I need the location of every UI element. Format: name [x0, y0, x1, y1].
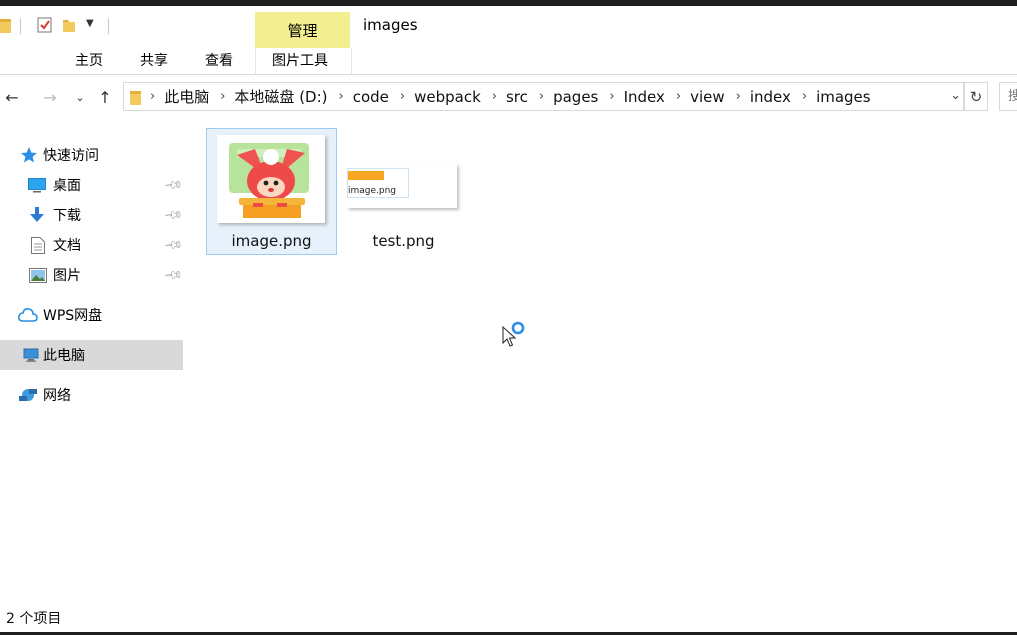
sidebar-item-wps-drive[interactable]: WPS网盘 [0, 300, 183, 330]
document-icon [31, 236, 45, 254]
breadcrumb-webpack[interactable]: webpack [414, 88, 481, 106]
sidebar-item-label: WPS网盘 [43, 308, 103, 324]
breadcrumb-index[interactable]: index [750, 88, 791, 106]
tab-picture-tools[interactable]: 图片工具 [272, 50, 328, 70]
sidebar-item-label: 图片 [53, 268, 81, 284]
file-name: test.png [372, 232, 435, 250]
sidebar-item-documents[interactable]: 文档 📌︎ [0, 230, 184, 260]
breadcrumb-images[interactable]: images [816, 88, 871, 106]
thumbnail-caption: image.png [348, 186, 397, 196]
star-icon [20, 146, 38, 164]
refresh-icon[interactable]: ↻ [964, 82, 988, 111]
file-name: image.png [231, 232, 312, 250]
properties-icon[interactable] [36, 16, 54, 38]
breadcrumb-src[interactable]: src [506, 88, 528, 106]
address-bar[interactable]: › 此电脑 › 本地磁盘 (D:) › code › webpack › src… [123, 82, 964, 111]
address-dropdown-chevron-icon[interactable]: ⌄ [950, 88, 961, 103]
tab-share[interactable]: 共享 [140, 50, 168, 70]
window-title: images [363, 16, 418, 34]
sidebar-item-label: 桌面 [53, 178, 81, 194]
breadcrumb-chevron-icon[interactable]: › [736, 89, 741, 104]
sidebar-item-network[interactable]: 网络 [0, 380, 183, 410]
breadcrumb-chevron-icon[interactable]: › [802, 89, 807, 104]
sidebar-item-label: 此电脑 [43, 348, 85, 364]
computer-icon [23, 348, 39, 363]
pictures-icon [29, 267, 47, 283]
tab-manage-label: 管理 [287, 21, 318, 40]
breadcrumb-chevron-icon[interactable]: › [150, 89, 155, 104]
pin-icon[interactable]: 📌︎ [163, 175, 184, 196]
location-folder-icon [130, 88, 142, 106]
sidebar-item-label: 网络 [43, 388, 71, 404]
sidebar-item-label: 下载 [53, 208, 81, 224]
sidebar-item-desktop[interactable]: 桌面 📌︎ [0, 170, 184, 200]
recent-locations-chevron-icon[interactable]: ⌄ [70, 85, 90, 109]
forward-arrow-icon[interactable]: → [40, 85, 60, 109]
cartoon-fox-image [229, 143, 309, 218]
breadcrumb-view[interactable]: view [690, 88, 725, 106]
back-arrow-icon[interactable]: ← [2, 85, 22, 109]
download-arrow-icon [30, 207, 44, 223]
breadcrumb-index-folder[interactable]: Index [624, 88, 665, 106]
search-input[interactable]: 搜 [999, 82, 1017, 111]
busy-cursor-icon [502, 321, 528, 353]
qat-divider [20, 18, 21, 34]
breadcrumb-code[interactable]: code [353, 88, 389, 106]
sidebar-item-label: 文档 [53, 238, 81, 254]
breadcrumb-this-pc[interactable]: 此电脑 [164, 86, 209, 107]
breadcrumb-chevron-icon[interactable]: › [609, 89, 614, 104]
image-thumbnail: image.png [347, 164, 457, 208]
file-list: image.png image.png test.png [183, 118, 1017, 598]
tab-manage[interactable]: 管理 [255, 12, 350, 48]
up-arrow-icon[interactable]: ↑ [95, 85, 115, 109]
file-item[interactable]: image.png [206, 128, 337, 255]
nested-screenshot: image.png [347, 168, 409, 198]
qat-divider [108, 18, 109, 34]
breadcrumb-chevron-icon[interactable]: › [539, 89, 544, 104]
customize-qat-icon[interactable]: ▼ [86, 18, 94, 29]
new-folder-icon[interactable] [61, 16, 77, 38]
pin-icon[interactable]: 📌︎ [163, 205, 184, 226]
pin-icon[interactable]: 📌︎ [163, 265, 184, 286]
folder-icon[interactable] [0, 16, 12, 38]
breadcrumb-chevron-icon[interactable]: › [676, 89, 681, 104]
sidebar-item-this-pc[interactable]: 此电脑 [0, 340, 183, 370]
status-item-count: 2 个项目 [6, 611, 62, 627]
tab-home[interactable]: 主页 [75, 50, 103, 70]
pin-icon[interactable]: 📌︎ [163, 235, 184, 256]
file-item[interactable]: image.png test.png [338, 128, 469, 255]
desktop-icon [28, 177, 46, 193]
sidebar-item-pictures[interactable]: 图片 📌︎ [0, 260, 184, 290]
breadcrumb-pages[interactable]: pages [553, 88, 598, 106]
tab-view[interactable]: 查看 [205, 50, 233, 70]
ribbon: ▼ 管理 images 主页 共享 查看 图片工具 [0, 6, 1017, 75]
cloud-icon [18, 307, 38, 323]
navigation-pane: 快速访问 桌面 📌︎ 下载 📌︎ 文档 📌︎ 图片 📌︎ WPS网盘 此电脑 网… [0, 132, 184, 602]
orange-block [348, 171, 384, 180]
breadcrumb-chevron-icon[interactable]: › [400, 89, 405, 104]
image-thumbnail [217, 135, 325, 223]
breadcrumb-chevron-icon[interactable]: › [492, 89, 497, 104]
breadcrumb-local-disk[interactable]: 本地磁盘 (D:) [234, 86, 327, 107]
breadcrumb-chevron-icon[interactable]: › [339, 89, 344, 104]
sidebar-item-label: 快速访问 [43, 148, 99, 164]
breadcrumb-chevron-icon[interactable]: › [220, 89, 225, 104]
navigation-bar: ← → ⌄ ↑ › 此电脑 › 本地磁盘 (D:) › code › webpa… [0, 81, 1017, 113]
network-icon [18, 387, 38, 403]
sidebar-item-downloads[interactable]: 下载 📌︎ [0, 200, 184, 230]
sidebar-item-quick-access[interactable]: 快速访问 [0, 140, 183, 170]
